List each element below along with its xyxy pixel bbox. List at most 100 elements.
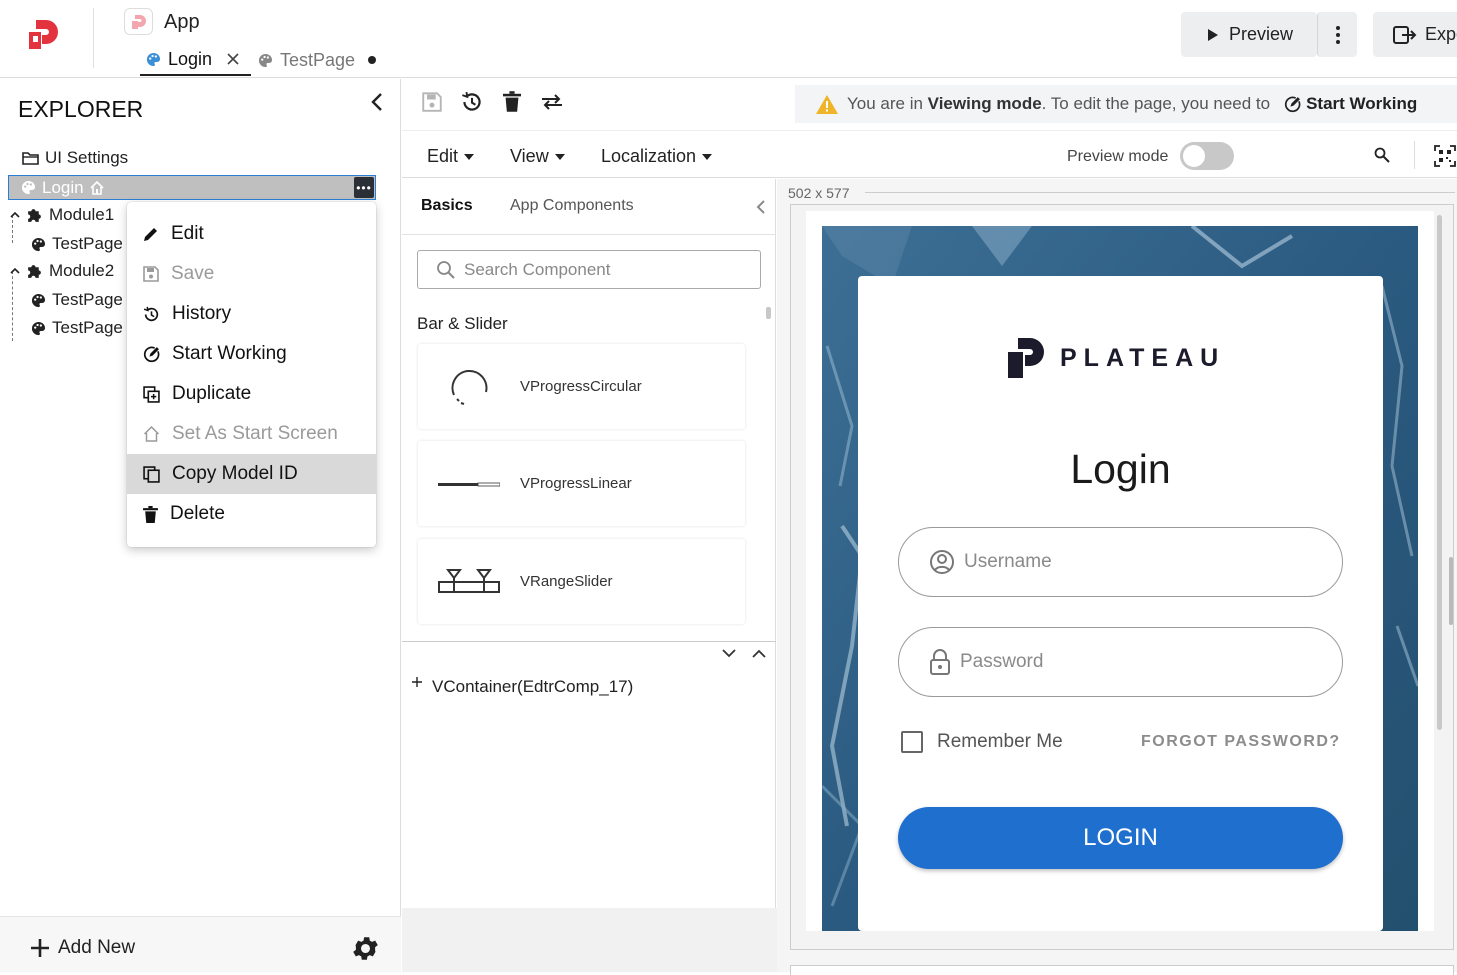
menu-item-set-as-start-screen[interactable]: Set As Start Screen: [127, 414, 376, 454]
tree-item-label: Module1: [49, 205, 115, 224]
component-card[interactable]: VRangeSlider: [418, 539, 745, 624]
tab-app-components[interactable]: App Components: [510, 197, 634, 215]
save-icon[interactable]: [422, 92, 442, 112]
palette-icon: [21, 180, 36, 195]
chevron-up-icon[interactable]: [10, 267, 20, 275]
add-new-button[interactable]: Add New: [30, 937, 135, 959]
history-icon[interactable]: [461, 91, 483, 113]
chevron-left-icon[interactable]: [756, 200, 766, 214]
pencil-icon: [143, 226, 159, 242]
resize-handle[interactable]: [1449, 557, 1453, 625]
folder-icon: [22, 151, 39, 165]
context-menu: Edit Save History Start Working Duplicat…: [127, 202, 376, 547]
menu-item-history[interactable]: History: [127, 294, 376, 334]
password-field[interactable]: Password: [898, 627, 1343, 697]
close-icon[interactable]: [227, 53, 239, 65]
menu-item-duplicate[interactable]: Duplicate: [127, 374, 376, 414]
menu-item-copy-model-id[interactable]: Copy Model ID: [127, 454, 376, 494]
add-new-label: Add New: [58, 937, 136, 958]
view-menu[interactable]: View: [510, 146, 565, 167]
chevron-up-icon[interactable]: [10, 211, 20, 219]
forgot-password-link[interactable]: FORGOT PASSWORD?: [1141, 733, 1341, 751]
localization-menu[interactable]: Localization: [601, 146, 713, 167]
more-horizontal-button[interactable]: •••: [354, 177, 374, 198]
component-card[interactable]: VProgressCircular: [418, 344, 745, 429]
plus-icon[interactable]: [412, 677, 422, 697]
search-component-input[interactable]: Search Component: [417, 250, 761, 289]
component-label: VRangeSlider: [520, 573, 613, 590]
zoom-icon[interactable]: [1374, 147, 1390, 163]
menu-item-label: Delete: [170, 503, 225, 524]
panel-divider: [402, 641, 776, 642]
login-title: Login: [1070, 446, 1171, 492]
notice-text: You are in Viewing mode. To edit the pag…: [847, 94, 1271, 113]
chevron-up-icon[interactable]: [752, 649, 766, 658]
toolbar-divider: [1414, 141, 1415, 169]
home-icon: [90, 180, 104, 195]
section-title: Bar & Slider: [417, 314, 508, 333]
tree-item-ui-settings[interactable]: UI Settings: [22, 148, 128, 168]
play-icon: [1207, 28, 1219, 42]
tree-item-testpage[interactable]: TestPage: [31, 234, 123, 254]
history-icon: [143, 306, 160, 323]
menu-item-save[interactable]: Save: [127, 254, 376, 294]
menu-item-label: Start Working: [172, 343, 287, 364]
tree-item-module1[interactable]: Module1: [10, 205, 114, 225]
tab-basics[interactable]: Basics: [421, 197, 473, 215]
app-logo[interactable]: [28, 20, 60, 50]
remember-me-checkbox[interactable]: Remember Me: [901, 731, 1063, 753]
tree-guide-line: [12, 271, 13, 341]
menu-item-delete[interactable]: Delete: [127, 494, 376, 534]
component-panel: Basics App Components Search Component B…: [402, 179, 776, 908]
menu-item-edit[interactable]: Edit: [127, 214, 376, 254]
tree-item-label: TestPage: [52, 318, 123, 337]
app-title: App: [164, 11, 200, 33]
start-working-link[interactable]: Start Working: [1284, 94, 1417, 114]
tree-item-testpage[interactable]: TestPage: [31, 318, 123, 338]
tree-item-label: Login: [42, 177, 84, 197]
password-placeholder: Password: [960, 651, 1044, 672]
warning-icon: [815, 94, 839, 115]
swap-icon[interactable]: [541, 94, 563, 110]
tab-login[interactable]: Login: [140, 44, 251, 76]
tree-item-testpage[interactable]: TestPage: [31, 290, 123, 310]
menu-item-label: Copy Model ID: [172, 463, 298, 484]
login-button[interactable]: LOGIN: [898, 807, 1343, 869]
edit-menu-label: Edit: [427, 146, 459, 166]
qr-code-icon[interactable]: [1434, 145, 1456, 167]
progress-circular-icon: [418, 366, 520, 408]
view-menu-label: View: [510, 146, 549, 166]
preview-mode-toggle[interactable]: [1180, 142, 1234, 170]
component-tree-node[interactable]: VContainer(EdtrComp_17): [412, 677, 633, 697]
palette-icon: [31, 293, 46, 308]
tree-item-module2[interactable]: Module2: [10, 261, 114, 281]
trash-icon[interactable]: [503, 91, 521, 112]
tree-item-login[interactable]: Login •••: [8, 175, 376, 200]
username-field[interactable]: Username: [898, 527, 1343, 597]
tab-label: Login: [168, 48, 213, 69]
preview-scrollbar[interactable]: [1437, 215, 1442, 730]
preview-button[interactable]: Preview: [1181, 12, 1317, 57]
explorer-title: EXPLORER: [18, 96, 144, 122]
gear-icon[interactable]: [350, 933, 381, 964]
tab-testpage[interactable]: TestPage: [258, 44, 377, 76]
tab-label: TestPage: [280, 49, 356, 70]
chevron-left-icon[interactable]: [370, 92, 384, 112]
login-card: PLATEAU Login Username Password Remember…: [858, 276, 1383, 931]
more-options-button[interactable]: [1317, 12, 1357, 57]
chevron-down-icon[interactable]: [722, 649, 736, 658]
palette-icon: [258, 53, 273, 68]
scrollbar[interactable]: [766, 307, 771, 319]
edit-menu[interactable]: Edit: [427, 146, 475, 167]
user-circle-icon: [929, 549, 955, 575]
duplicate-icon: [143, 385, 160, 403]
palette-icon: [31, 237, 46, 252]
component-card[interactable]: VProgressLinear: [418, 441, 745, 526]
menu-item-start-working[interactable]: Start Working: [127, 334, 376, 374]
viewing-mode-notice: You are in Viewing mode. To edit the pag…: [795, 85, 1457, 123]
unsaved-dot: [368, 56, 377, 64]
progress-linear-icon: [418, 480, 520, 488]
export-icon: [1393, 25, 1417, 45]
export-button[interactable]: Expo: [1373, 12, 1457, 57]
checkbox[interactable]: [901, 731, 923, 753]
